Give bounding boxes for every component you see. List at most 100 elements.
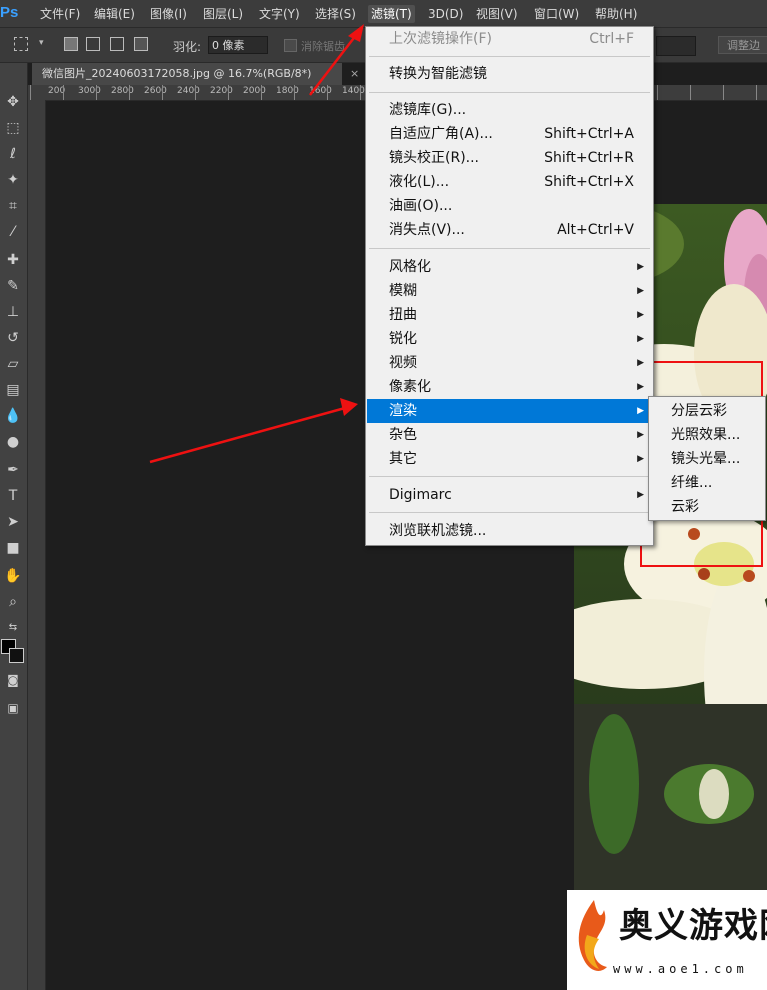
- hand-tool-icon[interactable]: ✋: [2, 565, 24, 587]
- chevron-down-icon[interactable]: ▾: [39, 38, 44, 48]
- submenu-item-difference-clouds[interactable]: 分层云彩: [671, 399, 727, 423]
- close-icon[interactable]: ×: [350, 63, 359, 85]
- menu-bar: Ps 文件(F) 编辑(E) 图像(I) 图层(L) 文字(Y) 选择(S) 滤…: [0, 0, 767, 28]
- watermark: 奥义游戏网 www.aoe1.com: [567, 890, 767, 990]
- menu-item-video[interactable]: 视频 ▶: [367, 351, 652, 375]
- type-tool-icon[interactable]: T: [2, 485, 24, 507]
- blur-tool-icon[interactable]: 💧: [2, 405, 24, 427]
- menu-item-render[interactable]: 渲染 ▶: [367, 399, 652, 423]
- quick-mask-icon[interactable]: ◙: [2, 669, 24, 691]
- move-tool-icon[interactable]: ✥: [2, 91, 24, 113]
- menu-item-browse-online-filters[interactable]: 浏览联机滤镜...: [367, 519, 652, 543]
- antialias-checkbox[interactable]: [284, 39, 297, 52]
- magic-wand-icon[interactable]: ✦: [2, 169, 24, 191]
- menu-window[interactable]: 窗口(W): [531, 5, 582, 23]
- lasso-tool-icon[interactable]: ℓ: [2, 143, 24, 165]
- menu-item-oil-paint[interactable]: 油画(O)...: [367, 194, 652, 218]
- menu-item-lens-correction[interactable]: 镜头校正(R)... Shift+Ctrl+R: [367, 146, 652, 170]
- menu-view[interactable]: 视图(V): [473, 5, 521, 23]
- brush-tool-icon[interactable]: ✎: [2, 275, 24, 297]
- pen-tool-icon[interactable]: ✒: [2, 459, 24, 481]
- submenu-arrow-icon: ▶: [637, 334, 644, 344]
- ruler-tick: [756, 85, 757, 100]
- ruler-tick: [195, 85, 196, 100]
- eraser-tool-icon[interactable]: ▱: [2, 353, 24, 375]
- ruler-label: 2400: [177, 86, 200, 96]
- menu-item-last-filter[interactable]: 上次滤镜操作(F) Ctrl+F: [367, 27, 652, 51]
- menu-image[interactable]: 图像(I): [147, 5, 190, 23]
- dodge-tool-icon[interactable]: ●: [2, 431, 24, 453]
- menu-item-stylize[interactable]: 风格化 ▶: [367, 255, 652, 279]
- ruler-label: 2200: [210, 86, 233, 96]
- submenu-item-lens-flare[interactable]: 镜头光晕...: [671, 447, 740, 471]
- menu-help[interactable]: 帮助(H): [592, 5, 640, 23]
- ruler-label: 1400: [342, 86, 365, 96]
- document-tab[interactable]: 微信图片_20240603172058.jpg @ 16.7%(RGB/8*) …: [32, 63, 359, 85]
- subtract-selection-icon[interactable]: [110, 37, 124, 51]
- menu-item-adaptive-wide-angle[interactable]: 自适应广角(A)... Shift+Ctrl+A: [367, 122, 652, 146]
- submenu-item-clouds[interactable]: 云彩: [671, 495, 699, 519]
- menu-separator: [369, 56, 650, 57]
- menu-filter[interactable]: 滤镜(T): [368, 5, 415, 23]
- marquee-tool-icon[interactable]: [14, 37, 28, 51]
- ruler-tick: [261, 85, 262, 100]
- eyedropper-icon[interactable]: ⁄: [2, 221, 24, 243]
- screen-mode-icon[interactable]: ▣: [2, 697, 24, 719]
- menu-item-distort[interactable]: 扭曲 ▶: [367, 303, 652, 327]
- ruler-tick: [129, 85, 130, 100]
- crop-tool-icon[interactable]: ⌗: [2, 195, 24, 217]
- menu-item-vanishing-point[interactable]: 消失点(V)... Alt+Ctrl+V: [367, 218, 652, 242]
- ruler-tick: [327, 85, 328, 100]
- menu-item-digimarc[interactable]: Digimarc ▶: [367, 483, 652, 507]
- ruler-tick: [228, 85, 229, 100]
- submenu-arrow-icon: ▶: [637, 358, 644, 368]
- menu-item-pixelate[interactable]: 像素化 ▶: [367, 375, 652, 399]
- menu-item-liquify[interactable]: 液化(L)... Shift+Ctrl+X: [367, 170, 652, 194]
- menu-item-noise[interactable]: 杂色 ▶: [367, 423, 652, 447]
- menu-item-convert-smart-filter[interactable]: 转换为智能滤镜: [367, 62, 652, 86]
- add-selection-icon[interactable]: [86, 37, 100, 51]
- submenu-arrow-icon: ▶: [637, 454, 644, 464]
- history-brush-icon[interactable]: ↺: [2, 327, 24, 349]
- refine-edge-button[interactable]: 调整边: [718, 36, 767, 54]
- ruler-label: 2600: [144, 86, 167, 96]
- menu-item-filter-gallery[interactable]: 滤镜库(G)...: [367, 98, 652, 122]
- menu-item-sharpen[interactable]: 锐化 ▶: [367, 327, 652, 351]
- submenu-item-lighting-effects[interactable]: 光照效果...: [671, 423, 740, 447]
- stamp-tool-icon[interactable]: ⊥: [2, 301, 24, 323]
- swap-colors-icon[interactable]: ⇆: [2, 617, 24, 639]
- background-color[interactable]: [9, 648, 24, 663]
- menu-type[interactable]: 文字(Y): [256, 5, 303, 23]
- photoshop-logo: Ps: [0, 4, 19, 21]
- rectangle-tool-icon[interactable]: ■: [2, 537, 24, 559]
- menu-select[interactable]: 选择(S): [312, 5, 359, 23]
- ruler-tick: [96, 85, 97, 100]
- ruler-label: 1800: [276, 86, 299, 96]
- ruler-tick: [30, 85, 31, 100]
- feather-input[interactable]: 0 像素: [208, 36, 268, 54]
- submenu-item-fibers[interactable]: 纤维...: [671, 471, 712, 495]
- marquee-tool-icon[interactable]: ⬚: [2, 117, 24, 139]
- menu-layer[interactable]: 图层(L): [200, 5, 246, 23]
- path-select-icon[interactable]: ➤: [2, 511, 24, 533]
- new-selection-icon[interactable]: [64, 37, 78, 51]
- zoom-tool-icon[interactable]: ⌕: [2, 591, 24, 613]
- gradient-tool-icon[interactable]: ▤: [2, 379, 24, 401]
- menu-item-other[interactable]: 其它 ▶: [367, 447, 652, 471]
- feather-label: 羽化:: [173, 40, 202, 54]
- submenu-arrow-icon: ▶: [637, 490, 644, 500]
- ruler-label: 2800: [111, 86, 134, 96]
- menu-3d[interactable]: 3D(D): [425, 5, 466, 23]
- submenu-arrow-icon: ▶: [637, 286, 644, 296]
- healing-brush-icon[interactable]: ✚: [2, 249, 24, 271]
- ruler-tick: [162, 85, 163, 100]
- vertical-ruler: [28, 100, 46, 990]
- flame-logo-icon: [578, 900, 607, 971]
- menu-edit[interactable]: 编辑(E): [91, 5, 138, 23]
- menu-item-blur[interactable]: 模糊 ▶: [367, 279, 652, 303]
- ruler-tick: [657, 85, 658, 100]
- intersect-selection-icon[interactable]: [134, 37, 148, 51]
- style-field[interactable]: [656, 36, 696, 56]
- menu-file[interactable]: 文件(F): [37, 5, 83, 23]
- submenu-arrow-icon: ▶: [637, 406, 644, 416]
